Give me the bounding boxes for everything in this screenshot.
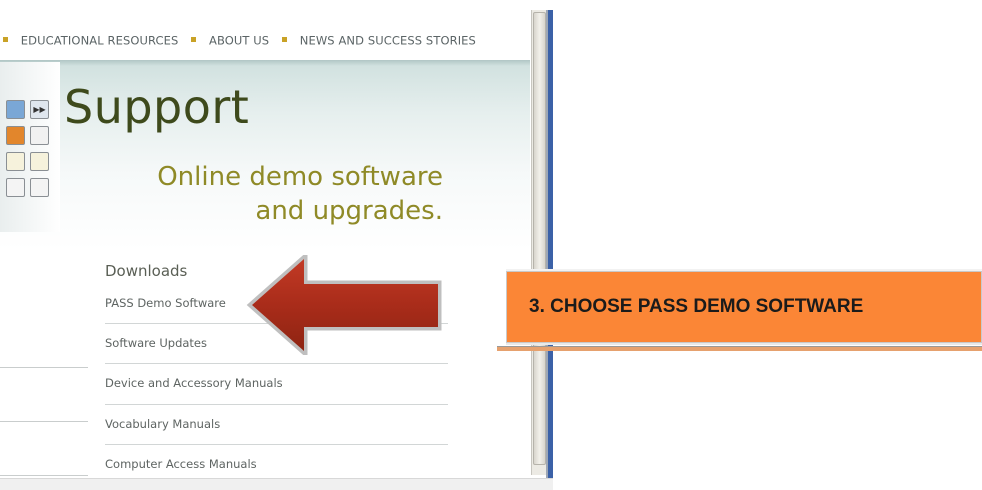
device-key bbox=[6, 152, 25, 171]
nav-bullet-icon bbox=[281, 37, 287, 42]
device-keyboard-image: ▶▶ bbox=[0, 62, 60, 232]
device-key bbox=[6, 178, 25, 197]
subtitle-line-1: Online demo software bbox=[157, 162, 443, 192]
device-key: ▶▶ bbox=[30, 100, 49, 119]
banner-shadow bbox=[0, 60, 530, 66]
window-frame-edge bbox=[548, 10, 553, 478]
device-key bbox=[30, 152, 49, 171]
nav-bullet-icon bbox=[191, 37, 197, 42]
menu-item-label: Computer Access Manuals bbox=[105, 457, 257, 471]
device-key bbox=[6, 100, 25, 119]
instruction-callout: 3. CHOOSE PASS DEMO SOFTWARE bbox=[506, 271, 982, 343]
left-arrow-icon bbox=[246, 255, 442, 355]
device-key bbox=[30, 126, 49, 145]
menu-item-label: Device and Accessory Manuals bbox=[105, 376, 283, 390]
callout-text: 3. CHOOSE PASS DEMO SOFTWARE bbox=[529, 296, 864, 317]
downloads-heading: Downloads bbox=[105, 262, 188, 280]
nav-link-educational-resources[interactable]: EDUCATIONAL RESOURCES bbox=[21, 34, 179, 48]
nav-link-news-and-success-stories[interactable]: NEWS AND SUCCESS STORIES bbox=[300, 34, 476, 48]
menu-item-label: Software Updates bbox=[105, 336, 207, 350]
menu-item-label: Vocabulary Manuals bbox=[105, 417, 221, 431]
device-key bbox=[6, 126, 25, 145]
top-navigation: EDUCATIONAL RESOURCES ABOUT US NEWS AND … bbox=[0, 33, 530, 48]
subtitle-line-2: and upgrades. bbox=[255, 196, 443, 226]
left-column-divider bbox=[0, 367, 88, 368]
horizontal-scrollbar[interactable] bbox=[0, 478, 553, 490]
page-title: Support bbox=[64, 80, 250, 134]
menu-item-device-and-accessory-manuals[interactable]: Device and Accessory Manuals bbox=[105, 364, 448, 404]
scrollbar-thumb[interactable] bbox=[533, 12, 546, 465]
left-column-divider bbox=[0, 421, 88, 422]
menu-item-vocabulary-manuals[interactable]: Vocabulary Manuals bbox=[105, 405, 448, 445]
nav-bullet-icon bbox=[3, 37, 8, 42]
device-key bbox=[30, 178, 49, 197]
menu-item-label: PASS Demo Software bbox=[105, 296, 226, 310]
left-column-divider bbox=[0, 475, 88, 476]
nav-link-about-us[interactable]: ABOUT US bbox=[209, 34, 269, 48]
page-subtitle: Online demo software and upgrades. bbox=[157, 160, 443, 228]
callout-underline bbox=[497, 346, 982, 351]
